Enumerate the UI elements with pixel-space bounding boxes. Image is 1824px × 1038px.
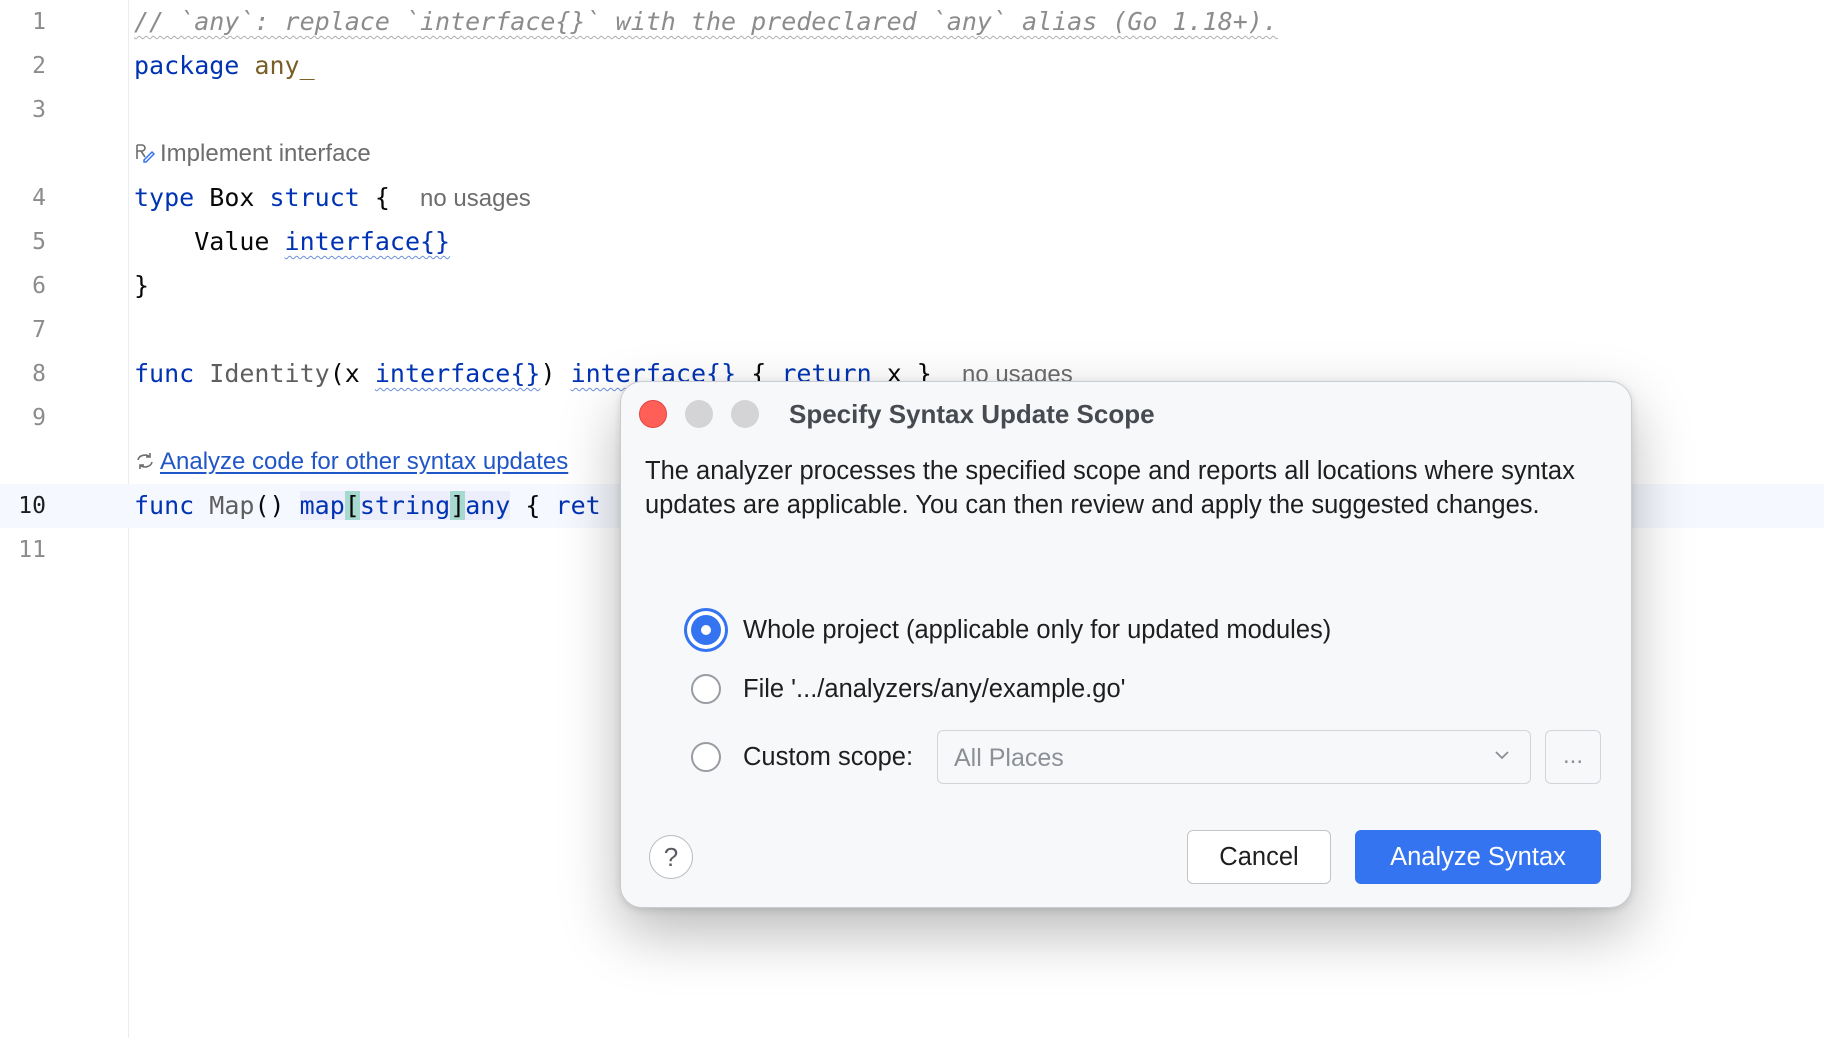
package-name: any_ (254, 51, 315, 80)
custom-scope-dropdown[interactable]: All Places (937, 730, 1531, 784)
struct-field[interactable]: Value interface{} (134, 220, 450, 264)
analyze-syntax-button[interactable]: Analyze Syntax (1355, 830, 1601, 884)
custom-scope-value: All Places (954, 744, 1064, 772)
code-line: 7 (0, 308, 1824, 352)
keyword-func: func (134, 491, 195, 520)
package-declaration[interactable]: package any_ (134, 44, 315, 88)
interface-type[interactable]: interface{} (375, 359, 541, 388)
params-open: (x (329, 359, 375, 388)
keyword-struct: struct (269, 183, 360, 212)
minimize-window-button (685, 400, 713, 428)
map-func[interactable]: func Map() map[string]any { ret (134, 484, 601, 528)
code-line: 3 (0, 88, 1824, 132)
function-name: Identity (209, 359, 330, 388)
line-number: 10 (18, 493, 46, 519)
keyword-package: package (134, 51, 240, 80)
option-whole-project[interactable]: Whole project (applicable only for updat… (691, 610, 1331, 650)
chevron-down-icon (1495, 751, 1509, 760)
dialog-title: Specify Syntax Update Scope (789, 399, 1155, 429)
line-number: 7 (32, 317, 46, 343)
option-file[interactable]: File '.../analyzers/any/example.go' (691, 669, 1126, 709)
bracket-close-highlight: ] (450, 491, 466, 520)
code-comment[interactable]: // `any`: replace `interface{}` with the… (134, 0, 1278, 44)
line-number: 4 (32, 185, 46, 211)
line-number: 1 (32, 9, 46, 35)
syntax-update-scope-dialog: Specify Syntax Update Scope The analyzer… (620, 381, 1632, 908)
keyword-string: string (359, 491, 451, 520)
func-parens: () (254, 491, 285, 520)
line-number: 6 (32, 273, 46, 299)
implement-icon (136, 144, 156, 163)
params-close: ) (540, 359, 556, 388)
no-usages-hint[interactable]: no usages (420, 185, 531, 212)
keyword-map: map (299, 491, 345, 520)
browse-scope-button[interactable]: ... (1545, 730, 1601, 784)
brace-open: { (374, 183, 390, 212)
bracket-open-highlight: [ (344, 491, 360, 520)
type-name: Box (209, 183, 255, 212)
refresh-icon (137, 453, 153, 469)
analyze-code-hint[interactable]: Analyze code for other syntax updates (134, 440, 568, 484)
keyword-return-partial: ret (555, 491, 601, 520)
line-number: 9 (32, 405, 46, 431)
code-line: 4 type Box struct { no usages (0, 176, 1824, 220)
cancel-button[interactable]: Cancel (1187, 830, 1331, 884)
type-declaration[interactable]: type Box struct { no usages (134, 176, 531, 221)
brace-open: { (525, 491, 541, 520)
line-number: 8 (32, 361, 46, 387)
option-custom-scope[interactable]: Custom scope: (691, 737, 913, 777)
interface-type[interactable]: interface{} (285, 227, 451, 256)
line-number: 5 (32, 229, 46, 255)
option-whole-project-label: Whole project (applicable only for updat… (743, 615, 1332, 644)
radio-custom-scope[interactable] (691, 742, 721, 772)
analyze-code-link[interactable]: Analyze code for other syntax updates (160, 448, 568, 475)
option-custom-scope-label: Custom scope: (743, 742, 914, 771)
close-window-button[interactable] (639, 400, 667, 428)
radio-whole-project[interactable] (691, 615, 721, 645)
function-name: Map (209, 491, 255, 520)
help-button[interactable]: ? (649, 835, 693, 879)
line-number: 11 (18, 537, 46, 563)
field-name: Value (194, 227, 270, 256)
radio-file[interactable] (691, 674, 721, 704)
code-line: 1 // `any`: replace `interface{}` with t… (0, 0, 1824, 44)
code-line: 6 } (0, 264, 1824, 308)
line-number: 2 (32, 53, 46, 79)
line-number: 3 (32, 97, 46, 123)
code-line: 5 Value interface{} (0, 220, 1824, 264)
option-file-label: File '.../analyzers/any/example.go' (743, 674, 1126, 703)
comment-text: // `any`: replace `interface{}` with the… (134, 7, 1278, 36)
zoom-window-button (731, 400, 759, 428)
implement-interface-hint[interactable]: Implement interface (134, 132, 371, 176)
dialog-description: The analyzer processes the specified sco… (645, 457, 1575, 519)
code-line: 2 package any_ (0, 44, 1824, 88)
keyword-func: func (134, 359, 195, 388)
implement-interface-label: Implement interface (160, 140, 371, 167)
keyword-any: any (465, 491, 511, 520)
keyword-type: type (134, 183, 195, 212)
brace-close[interactable]: } (134, 264, 149, 308)
